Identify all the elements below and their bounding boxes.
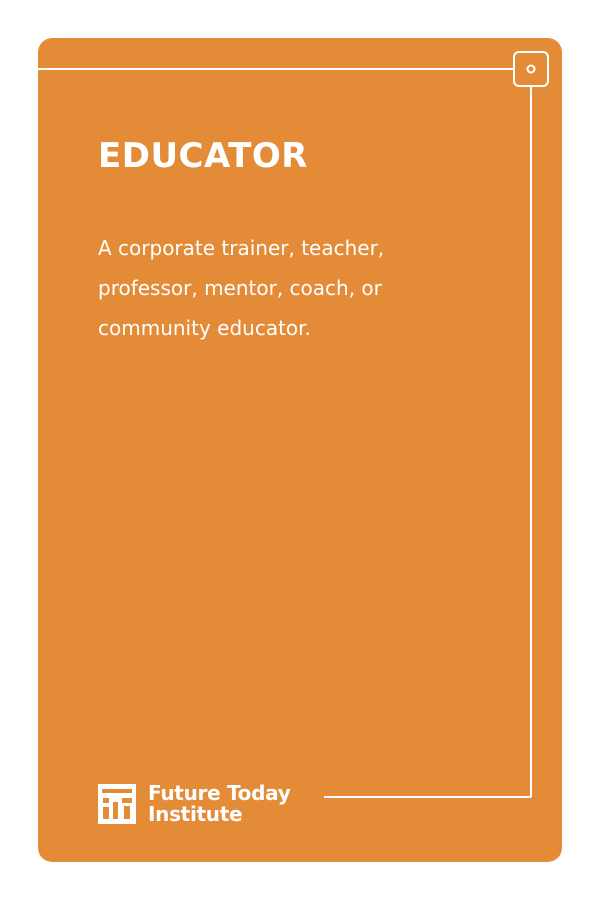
card-title: EDUCATOR — [98, 136, 308, 176]
brand-name-line-1: Future Today — [148, 781, 291, 805]
future-today-institute-logo-icon — [98, 784, 136, 824]
card-description: A corporate trainer, teacher, professor,… — [98, 236, 385, 340]
brand-name: Future Today Institute — [148, 781, 291, 826]
brand-name-line-2: Institute — [148, 802, 243, 826]
brand-logo: Future Today Institute — [98, 781, 291, 826]
role-card: EDUCATOR A corporate trainer, teacher, p… — [38, 38, 562, 862]
